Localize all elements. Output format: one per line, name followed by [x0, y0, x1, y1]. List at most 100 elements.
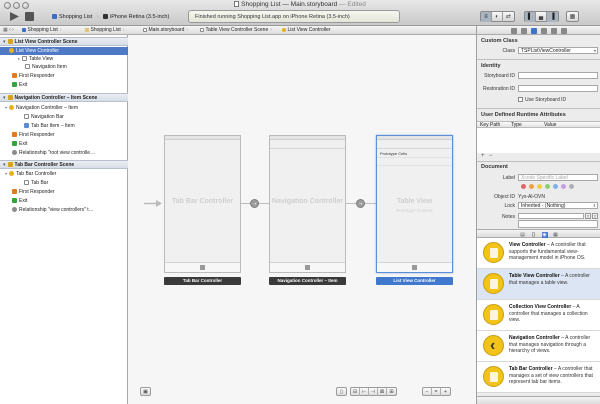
xcode-label-field[interactable]: Xcode Specific Label [518, 174, 598, 181]
runtime-attributes-table[interactable] [477, 128, 600, 153]
utilities-toggle-icon[interactable]: ▐ [547, 12, 558, 22]
outline-item-exit[interactable]: Exit [12, 81, 27, 89]
form-factor-button[interactable]: ▯ [336, 387, 347, 396]
label-color-swatch[interactable] [521, 184, 526, 189]
segue-relationship-icon[interactable]: ⇢ [250, 199, 259, 208]
label-color-swatch[interactable] [537, 184, 542, 189]
outline-item-navigation-controller[interactable]: ▾ Navigation Controller – Item [5, 104, 78, 112]
scheme-selector[interactable]: Shopping List [52, 12, 92, 22]
object-library-icon[interactable]: ◉ [541, 231, 548, 238]
restoration-id-field[interactable] [518, 85, 598, 92]
label-color-swatch[interactable] [529, 184, 534, 189]
library-filter-bar[interactable] [477, 396, 600, 404]
scene-dock-caption[interactable]: List View Controller [376, 277, 453, 285]
outline-item-list-view-controller[interactable]: ▾ List View Controller [5, 47, 59, 55]
library-item-collection-view-controller[interactable]: Collection View Controller – A controlle… [477, 300, 600, 331]
zoom-actual-icon[interactable]: = [432, 388, 441, 396]
scene-dock-caption[interactable]: Navigation Controller – Item [269, 277, 346, 285]
organizer-button[interactable]: ▦ [566, 11, 579, 22]
identity-inspector-icon[interactable] [531, 27, 537, 34]
notes-font-field[interactable] [518, 213, 584, 219]
outline-item-first-responder[interactable]: First Responder [12, 72, 55, 80]
breadcrumb-project[interactable]: Shopping List › [22, 26, 61, 35]
library-item-tab-bar-controller[interactable]: Tab Bar Controller – A controller that m… [477, 362, 600, 393]
resolve-icon[interactable]: ⊣ [369, 388, 378, 396]
outline-item-first-responder[interactable]: First Responder [12, 131, 55, 139]
class-combo-box[interactable]: TSPListViewController ▾ [518, 47, 598, 54]
outline-item-tab-bar[interactable]: Tab Bar [24, 179, 48, 187]
library-item-table-view-controller[interactable]: Table View Controller – A controller tha… [477, 269, 600, 300]
segue-relationship-icon[interactable]: ⇢ [356, 199, 365, 208]
editor-mode-segment[interactable]: ≡ ◐ ⇄ [480, 11, 515, 22]
breadcrumb-controller[interactable]: List View Controller [282, 26, 330, 35]
pin-icon[interactable]: ⊢ [360, 388, 369, 396]
outline-scene-header[interactable]: ▾ Navigation Controller – Item Scene [0, 93, 128, 102]
media-library-icon[interactable]: ▦ [553, 232, 559, 238]
scene-tab-bar-controller[interactable]: Tab Bar Controller [164, 135, 241, 273]
stop-button-stop-icon[interactable] [25, 12, 34, 21]
attributes-inspector-icon[interactable] [541, 27, 547, 34]
quick-help-icon[interactable] [521, 27, 527, 34]
outline-item-navigation-item[interactable]: Navigation Item [25, 63, 67, 71]
outline-item-tab-bar-controller[interactable]: ▾ Tab Bar Controller [5, 170, 56, 178]
notes-text-area[interactable] [518, 220, 598, 228]
view-toggle-segment[interactable]: ▌ ▄ ▐ [524, 11, 559, 22]
breadcrumb-group[interactable]: Shopping List › [85, 26, 124, 35]
run-button-play-icon[interactable] [8, 11, 20, 22]
library-item-view-controller[interactable]: View Controller – A controller that supp… [477, 238, 600, 269]
code-snippet-library-icon[interactable]: {} [531, 232, 537, 238]
library-item-navigation-controller[interactable]: Navigation Controller – A controller tha… [477, 331, 600, 362]
remove-attribute-button[interactable]: − [489, 153, 493, 159]
scene-list-view-controller[interactable]: Prototype Cells Table View Prototype Con… [376, 135, 453, 273]
resizing-icon[interactable]: ⊠ [378, 388, 387, 396]
debug-area-toggle-icon[interactable]: ▄ [536, 12, 547, 22]
zoom-controls[interactable]: − = + [422, 387, 451, 396]
zoom-out-icon[interactable]: − [423, 388, 432, 396]
label-color-swatch[interactable] [545, 184, 550, 189]
notes-font-stepper-icon[interactable]: T [585, 213, 591, 219]
zoom-in-icon[interactable]: + [441, 388, 450, 396]
segue-relationship-icon [12, 206, 17, 212]
storyboard-id-field[interactable] [518, 72, 598, 79]
outline-item-tab-bar-item[interactable]: Tab Bar Item – Item [24, 122, 75, 130]
outline-item-first-responder[interactable]: First Responder [12, 188, 55, 196]
standard-editor-icon[interactable]: ≡ [481, 12, 492, 22]
label-color-swatch[interactable] [561, 184, 566, 189]
outline-item-relationship[interactable]: Relationship "view controllers" t… [12, 206, 94, 214]
label-color-swatch[interactable] [553, 184, 558, 189]
outline-item-relationship[interactable]: Relationship "root view controlle… [12, 149, 95, 157]
outline-item-table-view[interactable]: ▸ Table View [18, 55, 53, 63]
outline-item-navigation-bar[interactable]: Navigation Bar [24, 113, 64, 121]
scene-navigation-controller[interactable]: Navigation Controller [269, 135, 346, 273]
device-selector[interactable]: iPhone Retina (3.5-inch) [103, 12, 169, 22]
storyboard-canvas[interactable]: Tab Bar Controller Tab Bar Controller ⇢ … [128, 35, 476, 404]
add-attribute-button[interactable]: + [481, 153, 485, 159]
size-inspector-icon[interactable] [551, 27, 557, 34]
connections-inspector-icon[interactable] [561, 27, 567, 34]
notes-font-picker-icon[interactable]: T [592, 213, 598, 219]
show-outline-icon[interactable]: ▣ [141, 388, 150, 396]
scene-dock-caption[interactable]: Tab Bar Controller [164, 277, 241, 285]
organizer-icon[interactable]: ▦ [567, 12, 578, 22]
lock-popup[interactable]: Inherited - (Nothing) ⇕ [518, 202, 598, 209]
related-items-icon[interactable]: ▦ ‹ › [3, 26, 14, 35]
outline-toggle-button[interactable]: ▣ [140, 387, 151, 396]
outline-scene-header[interactable]: ▾ Tab Bar Controller Scene [0, 160, 128, 169]
app-target-icon [52, 13, 57, 19]
label-color-swatch[interactable] [569, 184, 574, 189]
navigator-toggle-icon[interactable]: ▌ [525, 12, 536, 22]
outline-scene-header[interactable]: ▾ List View Controller Scene [0, 37, 128, 46]
breadcrumb-scene[interactable]: Table View Controller Scene › [200, 26, 272, 35]
breadcrumb-file[interactable]: Main.storyboard › [143, 26, 188, 35]
outline-item-exit[interactable]: Exit [12, 140, 27, 148]
layout-controls[interactable]: ⊟ ⊢ ⊣ ⊠ ⊞ [350, 387, 397, 396]
arrange-icon[interactable]: ⊞ [387, 388, 396, 396]
outline-item-exit[interactable]: Exit [12, 197, 27, 205]
assistant-editor-icon[interactable]: ◐ [492, 12, 503, 22]
version-editor-icon[interactable]: ⇄ [503, 12, 514, 22]
form-factor-icon[interactable]: ▯ [337, 388, 346, 396]
file-template-library-icon[interactable]: ▤ [520, 232, 526, 238]
use-storyboard-id-checkbox[interactable] [518, 97, 523, 102]
file-inspector-icon[interactable] [511, 27, 517, 34]
align-icon[interactable]: ⊟ [351, 388, 360, 396]
